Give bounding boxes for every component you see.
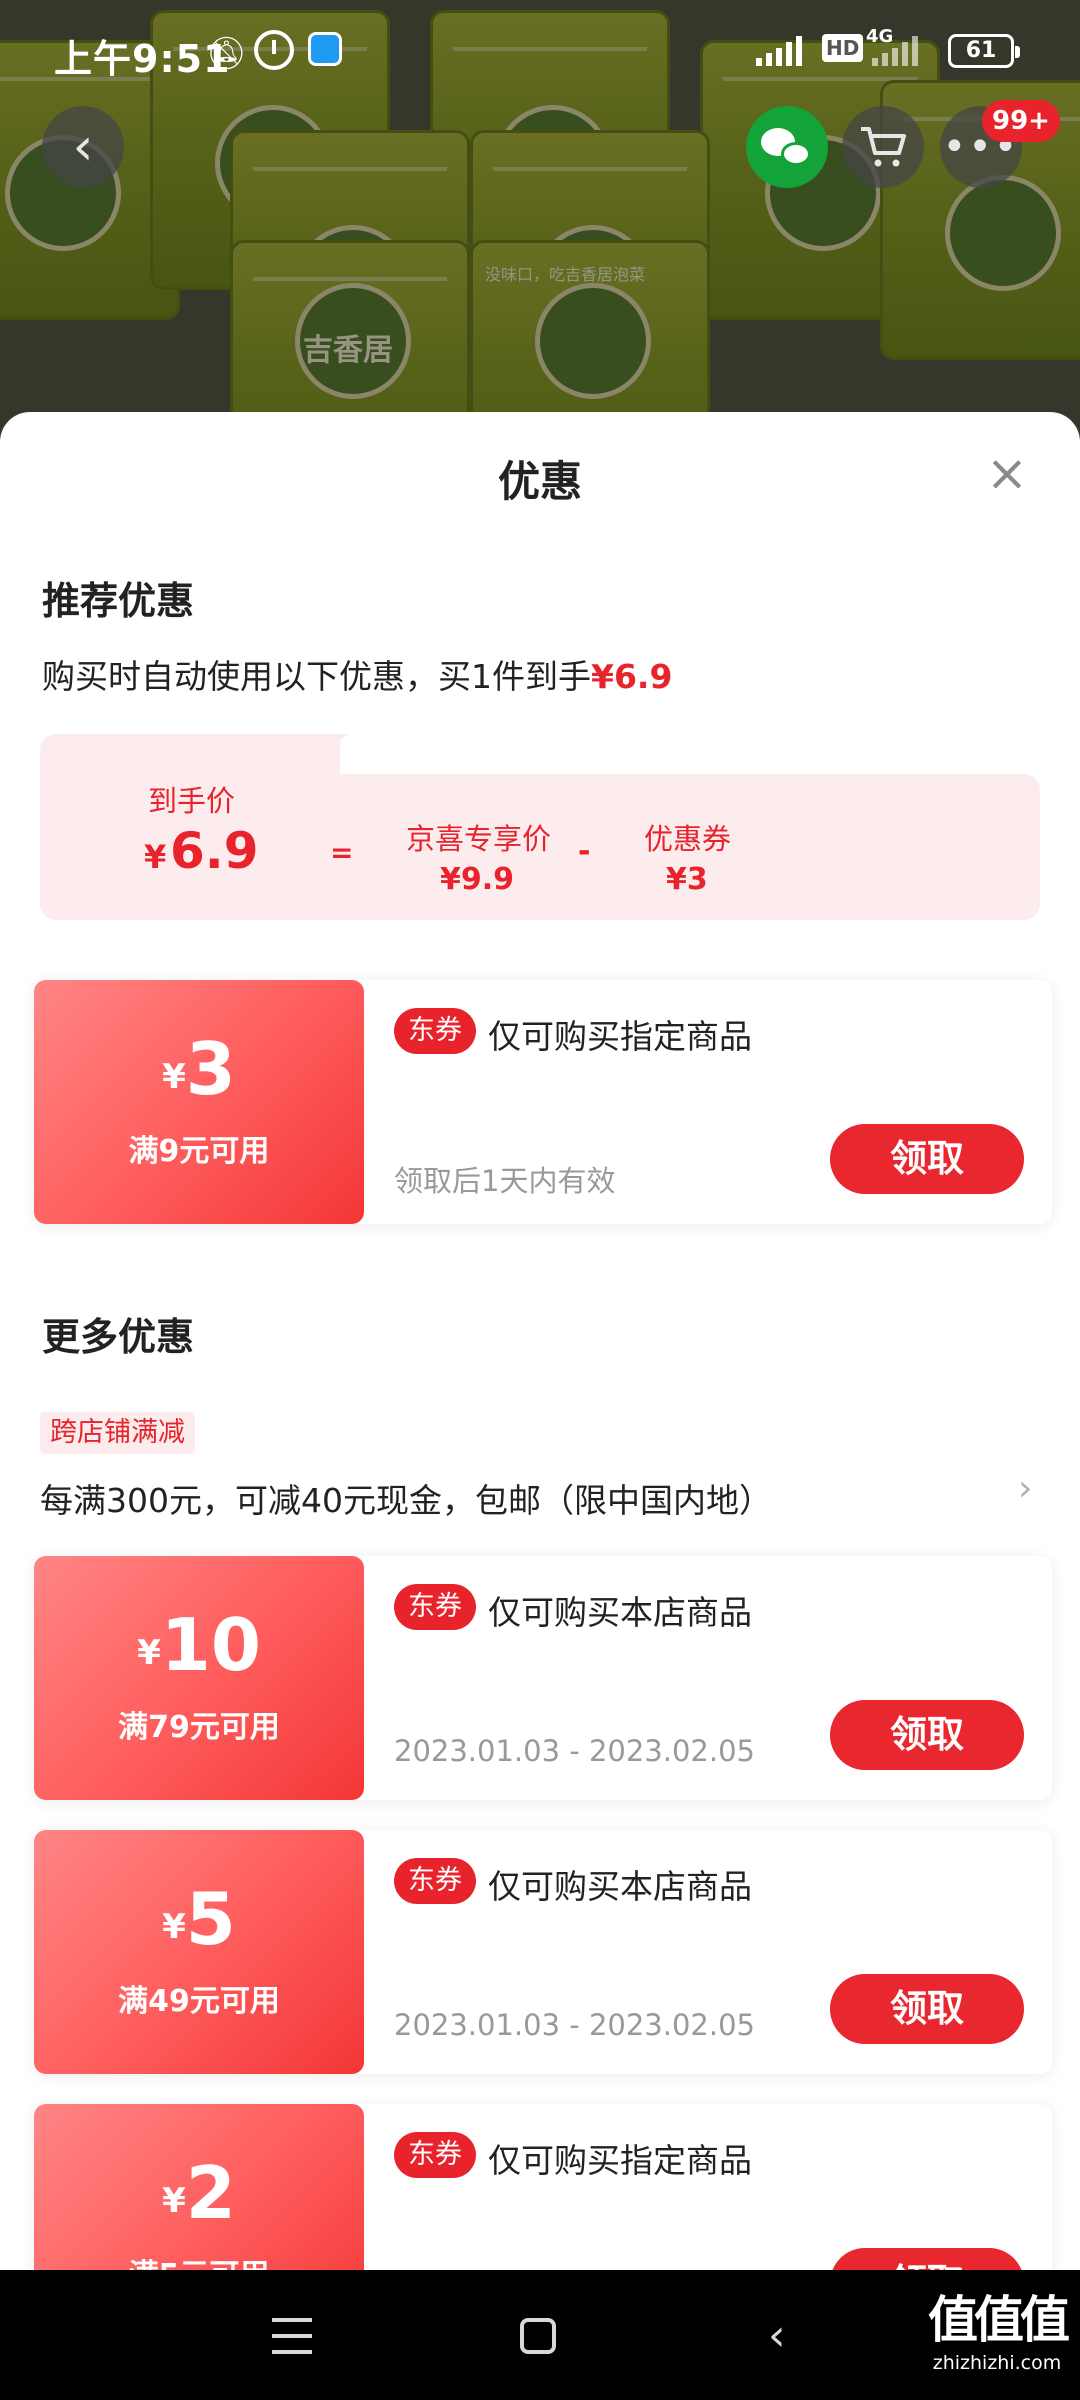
cart-badge: 99+ [982, 100, 1060, 142]
coupon-currency: ¥ [162, 1907, 186, 1947]
coupon-card: ¥5 满49元可用 东券 仅可购买本店商品 2023.01.03 - 2023.… [34, 1830, 1052, 2074]
sheet-title: 优惠 [497, 457, 582, 506]
wechat-share-button[interactable] [746, 106, 828, 188]
cross-shop-tag: 跨店铺满减 [40, 1412, 195, 1454]
coupon-label: 优惠券 [644, 822, 732, 856]
claim-button[interactable]: 领取 [830, 1124, 1024, 1194]
coupon-amount-panel: ¥10 满79元可用 [34, 1556, 364, 1800]
close-icon: × [986, 444, 1028, 502]
coupon-condition: 满9元可用 [128, 1134, 270, 1169]
coupon-currency: ¥ [137, 1633, 161, 1673]
coupon-validity: 领取后1天内有效 [394, 1164, 616, 1198]
final-price-currency: ¥ [144, 838, 167, 876]
status-time: 上午9:51 [54, 37, 231, 81]
back-icon: ‹ [72, 117, 94, 177]
home-icon[interactable] [520, 2318, 556, 2354]
watermark: 值值值 zhizhizhi.com [928, 2280, 1070, 2374]
signal-icon [872, 34, 918, 66]
alarm-icon [254, 30, 294, 70]
price-breakdown: 到手价 ¥ 6.9 = 京喜专享价 ¥9.9 - 优惠券 ¥3 [40, 734, 1040, 920]
coupon-condition: 满49元可用 [118, 1984, 280, 2019]
recommended-desc-text: 购买时自动使用以下优惠，买1件到手 [42, 657, 591, 696]
coupon-card: ¥2 满5元可用 东券 仅可购买指定商品 领取 [34, 2104, 1052, 2270]
watermark-url: zhizhizhi.com [932, 2352, 1062, 2374]
coupon-scope: 仅可购买指定商品 [488, 1017, 752, 1056]
member-price-label: 京喜专享价 [406, 822, 552, 856]
coupon-currency: ¥ [162, 2181, 186, 2221]
status-bar: 上午9:51 🔕︎ HD 4G 61 [0, 0, 1080, 104]
coupon-tag: 东券 [394, 1858, 476, 1904]
bell-off-icon: 🔕︎ [206, 34, 247, 72]
coupon-amount: 2 [185, 2151, 236, 2235]
coupon-amount: 10 [160, 1603, 261, 1687]
coupon-amount-panel: ¥3 满9元可用 [34, 980, 364, 1224]
coupon-scope: 仅可购买指定商品 [488, 2141, 752, 2180]
recommended-desc: 购买时自动使用以下优惠，买1件到手¥6.9 [42, 650, 672, 698]
watermark-logo: 值值值 [928, 2291, 1070, 2349]
battery-icon: 61 [948, 34, 1020, 68]
coupon-validity: 2023.01.03 - 2023.02.05 [394, 1734, 755, 1768]
cross-shop-desc[interactable]: 每满300元，可减40元现金，包邮（限中国内地） [40, 1474, 772, 1522]
claim-button[interactable]: 领取 [830, 1974, 1024, 2044]
chevron-right-icon[interactable]: › [1018, 1468, 1032, 1509]
coupon-scope: 仅可购买本店商品 [488, 1867, 752, 1906]
coupon-card: ¥3 满9元可用 东券 仅可购买指定商品 领取后1天内有效 领取 [34, 980, 1052, 1224]
minus-sign: - [578, 834, 591, 869]
coupon-condition: 满79元可用 [118, 1710, 280, 1745]
system-nav-bar: ‹ 值值值 zhizhizhi.com [0, 2270, 1080, 2400]
coupon-amount-panel: ¥5 满49元可用 [34, 1830, 364, 2074]
coupon-currency: ¥ [162, 1057, 186, 1097]
coupon-condition: 满5元可用 [34, 2250, 364, 2270]
discount-sheet: 优惠 × 推荐优惠 购买时自动使用以下优惠，买1件到手¥6.9 到手价 ¥ 6.… [0, 412, 1080, 2270]
cart-button[interactable] [842, 106, 924, 188]
recommended-price: ¥6.9 [591, 657, 673, 696]
coupon-tag: 东券 [394, 2132, 476, 2178]
coupon-validity: 2023.01.03 - 2023.02.05 [394, 2008, 755, 2042]
coupon-value: ¥3 [666, 862, 708, 897]
final-price-value: 6.9 [170, 822, 259, 880]
signal-icon [756, 34, 802, 66]
close-button[interactable]: × [986, 448, 1028, 498]
coupon-card: ¥10 满79元可用 东券 仅可购买本店商品 2023.01.03 - 2023… [34, 1556, 1052, 1800]
equals-sign: = [330, 836, 354, 869]
coupon-amount: 5 [185, 1877, 236, 1961]
coupon-tag: 东券 [394, 1008, 476, 1054]
hd-icon: HD [822, 34, 864, 62]
claim-button[interactable]: 领取 [830, 1700, 1024, 1770]
coupon-amount-panel: ¥2 满5元可用 [34, 2104, 364, 2270]
member-price-value: ¥9.9 [440, 862, 515, 897]
back-icon[interactable]: ‹ [768, 2314, 786, 2358]
app-notification-icon [308, 32, 342, 66]
coupon-scope: 仅可购买本店商品 [488, 1593, 752, 1632]
more-title: 更多优惠 [42, 1315, 195, 1359]
menu-icon[interactable] [272, 2318, 312, 2354]
final-price-label: 到手价 [148, 784, 236, 818]
coupon-amount: 3 [185, 1027, 236, 1111]
claim-button[interactable]: 领取 [830, 2248, 1024, 2270]
cart-icon [861, 127, 906, 167]
recommended-title: 推荐优惠 [42, 579, 195, 623]
back-button[interactable]: ‹ [42, 106, 124, 188]
coupon-tag: 东券 [394, 1584, 476, 1630]
